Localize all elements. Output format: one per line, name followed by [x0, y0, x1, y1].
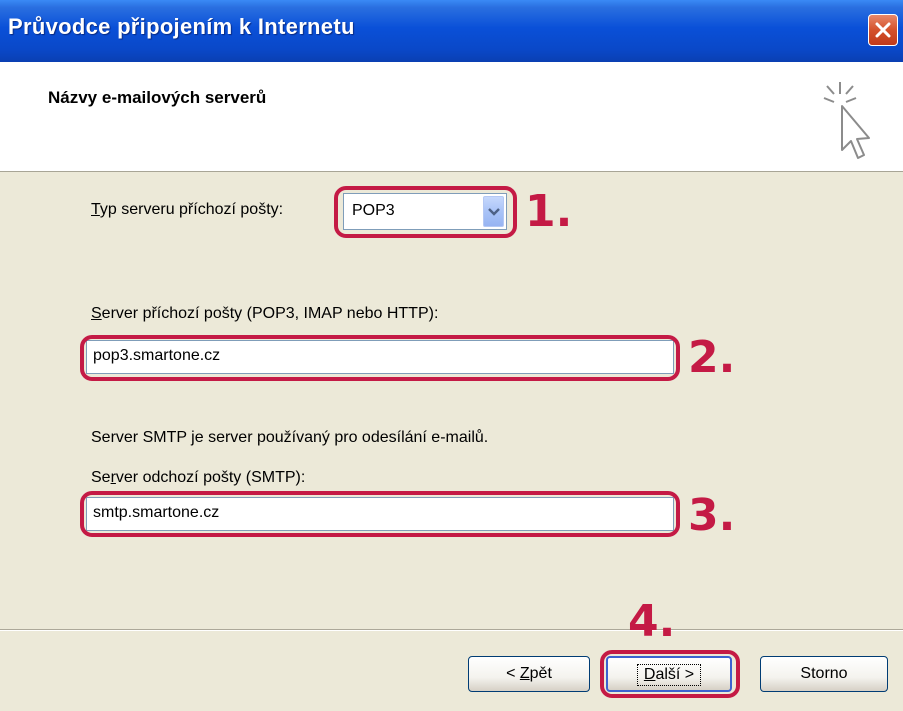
highlight-box-4: [600, 650, 740, 698]
step-marker-4: 4.: [628, 596, 676, 647]
back-prefix: <: [506, 665, 520, 682]
outgoing-server-label-text: ver odchozí pošty (SMTP):: [115, 469, 306, 486]
page-title: Názvy e-mailových serverů: [48, 88, 267, 107]
outgoing-server-label: Server odchozí pošty (SMTP):: [91, 469, 305, 487]
outgoing-label-pre: Se: [91, 469, 111, 486]
smtp-info-text: Server SMTP je server používaný pro odes…: [91, 429, 489, 446]
highlight-box-3: [80, 491, 680, 537]
step-marker-3: 3.: [688, 490, 736, 541]
highlight-box-2: [80, 335, 680, 381]
mnemonic-z: Z: [519, 665, 530, 682]
cancel-button[interactable]: Storno: [760, 656, 888, 692]
close-button[interactable]: [868, 14, 898, 46]
mnemonic-t: T: [91, 201, 100, 218]
incoming-server-label-text: erver příchozí pošty (POP3, IMAP nebo HT…: [101, 305, 439, 322]
window-title: Průvodce připojením k Internetu: [8, 14, 355, 39]
step-marker-1: 1.: [525, 186, 573, 237]
wizard-window: Průvodce připojením k Internetu Názvy e-…: [0, 0, 903, 711]
title-bar[interactable]: Průvodce připojením k Internetu: [0, 0, 903, 62]
highlight-box-1: [334, 186, 517, 238]
cancel-button-label: Storno: [800, 665, 848, 682]
incoming-server-label: Server příchozí pošty (POP3, IMAP nebo H…: [91, 305, 438, 323]
footer-divider: [0, 629, 903, 631]
close-icon: [875, 22, 891, 38]
back-button-label: < Zpět: [500, 664, 558, 684]
incoming-type-label: Typ serveru příchozí pošty:: [91, 201, 283, 219]
mnemonic-s: S: [91, 305, 102, 322]
back-rest: pět: [529, 665, 552, 682]
incoming-type-label-text: yp serveru příchozí pošty:: [99, 201, 284, 218]
cursor-sparkle-icon: [823, 82, 870, 159]
step-marker-2: 2.: [688, 332, 736, 383]
back-button[interactable]: < Zpět: [468, 656, 590, 692]
wizard-header: Názvy e-mailových serverů: [0, 62, 903, 172]
